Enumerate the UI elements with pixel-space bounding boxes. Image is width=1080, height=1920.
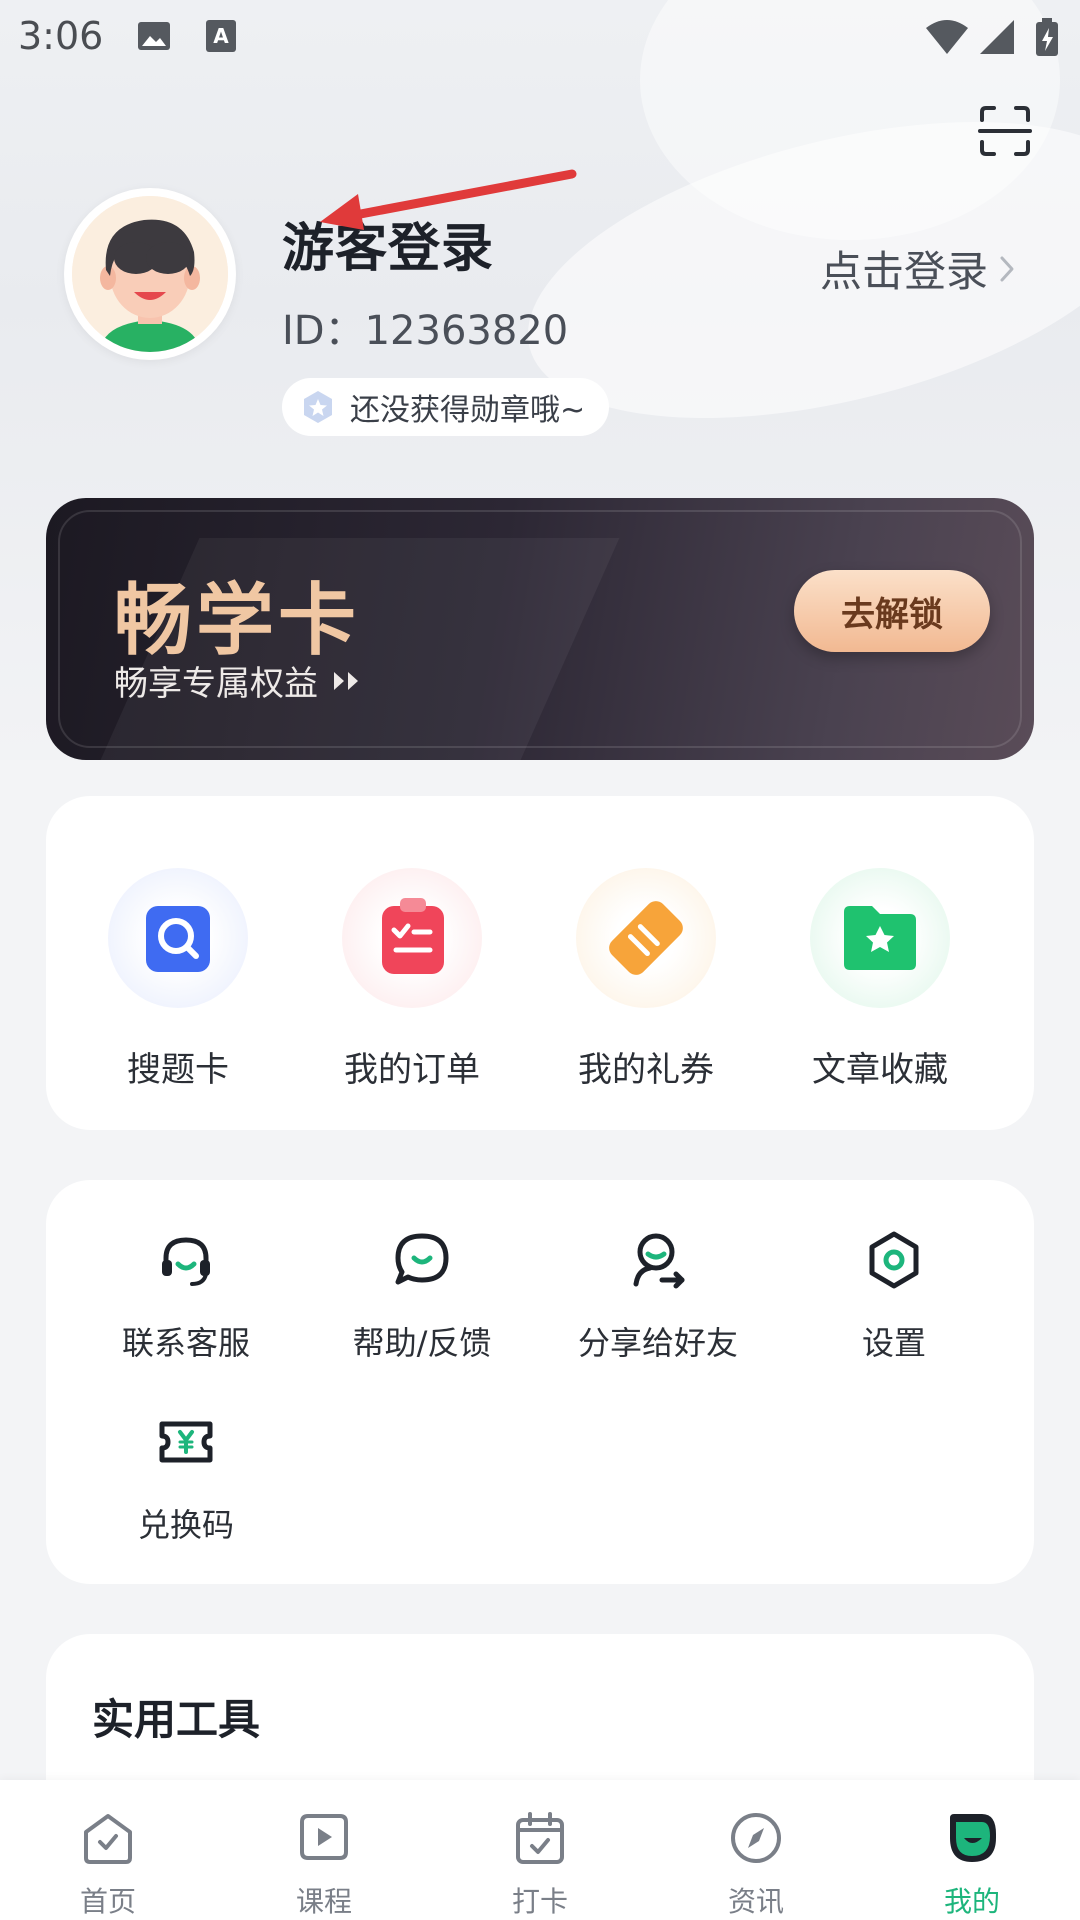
profile-face-icon	[950, 1814, 996, 1862]
service-settings[interactable]: 设置	[784, 1228, 1004, 1364]
svg-text:A: A	[213, 24, 229, 48]
quick-action-label: 文章收藏	[812, 1050, 948, 1090]
tab-label: 资讯	[727, 1885, 784, 1918]
tab-news[interactable]: 资讯	[648, 1780, 864, 1920]
service-share-friends[interactable]: 分享给好友	[548, 1228, 768, 1364]
calendar-check-icon	[516, 1812, 564, 1864]
quick-action-search-card[interactable]: 搜题卡	[78, 868, 278, 1091]
coupon-icon	[576, 868, 716, 1008]
tab-courses[interactable]: 课程	[216, 1780, 432, 1920]
vip-card-subtitle-text: 畅享专属权益	[114, 664, 318, 704]
bottom-tab-bar: 首页 课程 打卡 资讯 我的	[0, 1780, 1080, 1920]
quick-action-my-orders[interactable]: 我的订单	[312, 868, 512, 1091]
avatar-illustration-icon	[72, 196, 228, 352]
service-label: 联系客服	[121, 1324, 250, 1362]
status-bar: 3:06 A	[0, 0, 1080, 76]
quick-action-label: 我的订单	[344, 1050, 480, 1090]
service-redeem-code[interactable]: 兑换码	[76, 1410, 296, 1546]
tools-title: 实用工具	[92, 1695, 261, 1744]
tab-mine[interactable]: 我的	[864, 1780, 1080, 1920]
quick-action-label: 我的礼券	[578, 1050, 714, 1090]
login-link[interactable]: 点击登录	[820, 238, 1016, 299]
double-chevron-right-icon	[334, 671, 358, 690]
text-notification-icon: A	[206, 20, 236, 52]
quick-action-label: 搜题卡	[127, 1050, 229, 1090]
badge-pill[interactable]: 还没获得勋章哦~	[282, 378, 610, 436]
status-time: 3:06	[18, 14, 104, 58]
tab-label: 打卡	[511, 1885, 568, 1918]
services-card: 联系客服 帮助/反馈 分享给好友 设置 兑换码	[46, 1180, 1034, 1584]
avatar[interactable]	[64, 188, 236, 360]
service-help-feedback[interactable]: 帮助/反馈	[312, 1228, 532, 1364]
hexagon-settings-icon	[869, 1231, 919, 1289]
service-label: 帮助/反馈	[352, 1324, 492, 1362]
login-link-label: 点击登录	[820, 247, 989, 296]
folder-star-icon	[810, 868, 950, 1008]
service-label: 设置	[861, 1324, 926, 1362]
share-user-icon	[633, 1233, 685, 1289]
tab-label: 我的	[943, 1885, 1000, 1918]
quick-action-article-favorites[interactable]: 文章收藏	[780, 868, 980, 1091]
badge-hexagon-icon	[304, 391, 332, 423]
play-icon	[300, 1814, 348, 1860]
vip-card[interactable]: 畅学卡 畅享专属权益 去解锁	[46, 498, 1034, 760]
unlock-button[interactable]: 去解锁	[794, 570, 990, 652]
service-contact-support[interactable]: 联系客服	[76, 1228, 296, 1364]
user-id: ID：12363820	[282, 308, 569, 354]
quick-actions-card: 搜题卡 我的订单 我的礼券 文章收藏	[46, 796, 1034, 1130]
annotation-arrow-icon	[320, 169, 577, 230]
tab-label: 首页	[79, 1885, 136, 1918]
cell-signal-icon	[980, 20, 1014, 54]
tab-label: 课程	[295, 1885, 352, 1918]
service-label: 分享给好友	[577, 1324, 738, 1362]
badge-text: 还没获得勋章哦~	[350, 393, 586, 428]
wifi-icon	[926, 20, 968, 54]
service-label: 兑换码	[137, 1506, 234, 1544]
image-notification-icon	[138, 22, 170, 50]
quick-action-my-coupons[interactable]: 我的礼券	[546, 868, 746, 1091]
order-icon	[342, 868, 482, 1008]
battery-icon	[1036, 18, 1058, 56]
chevron-right-icon	[1000, 256, 1014, 281]
scan-icon[interactable]	[978, 104, 1032, 158]
vip-card-subtitle: 畅享专属权益	[114, 656, 362, 705]
compass-icon	[731, 1813, 781, 1863]
headset-icon	[162, 1237, 210, 1286]
search-card-icon	[108, 868, 248, 1008]
tab-checkin[interactable]: 打卡	[432, 1780, 648, 1920]
ticket-yen-icon	[159, 1421, 213, 1463]
home-icon	[84, 1814, 132, 1864]
chat-bubble-icon	[395, 1233, 449, 1285]
tab-home[interactable]: 首页	[0, 1780, 216, 1920]
vip-card-title: 畅学卡	[114, 576, 361, 666]
